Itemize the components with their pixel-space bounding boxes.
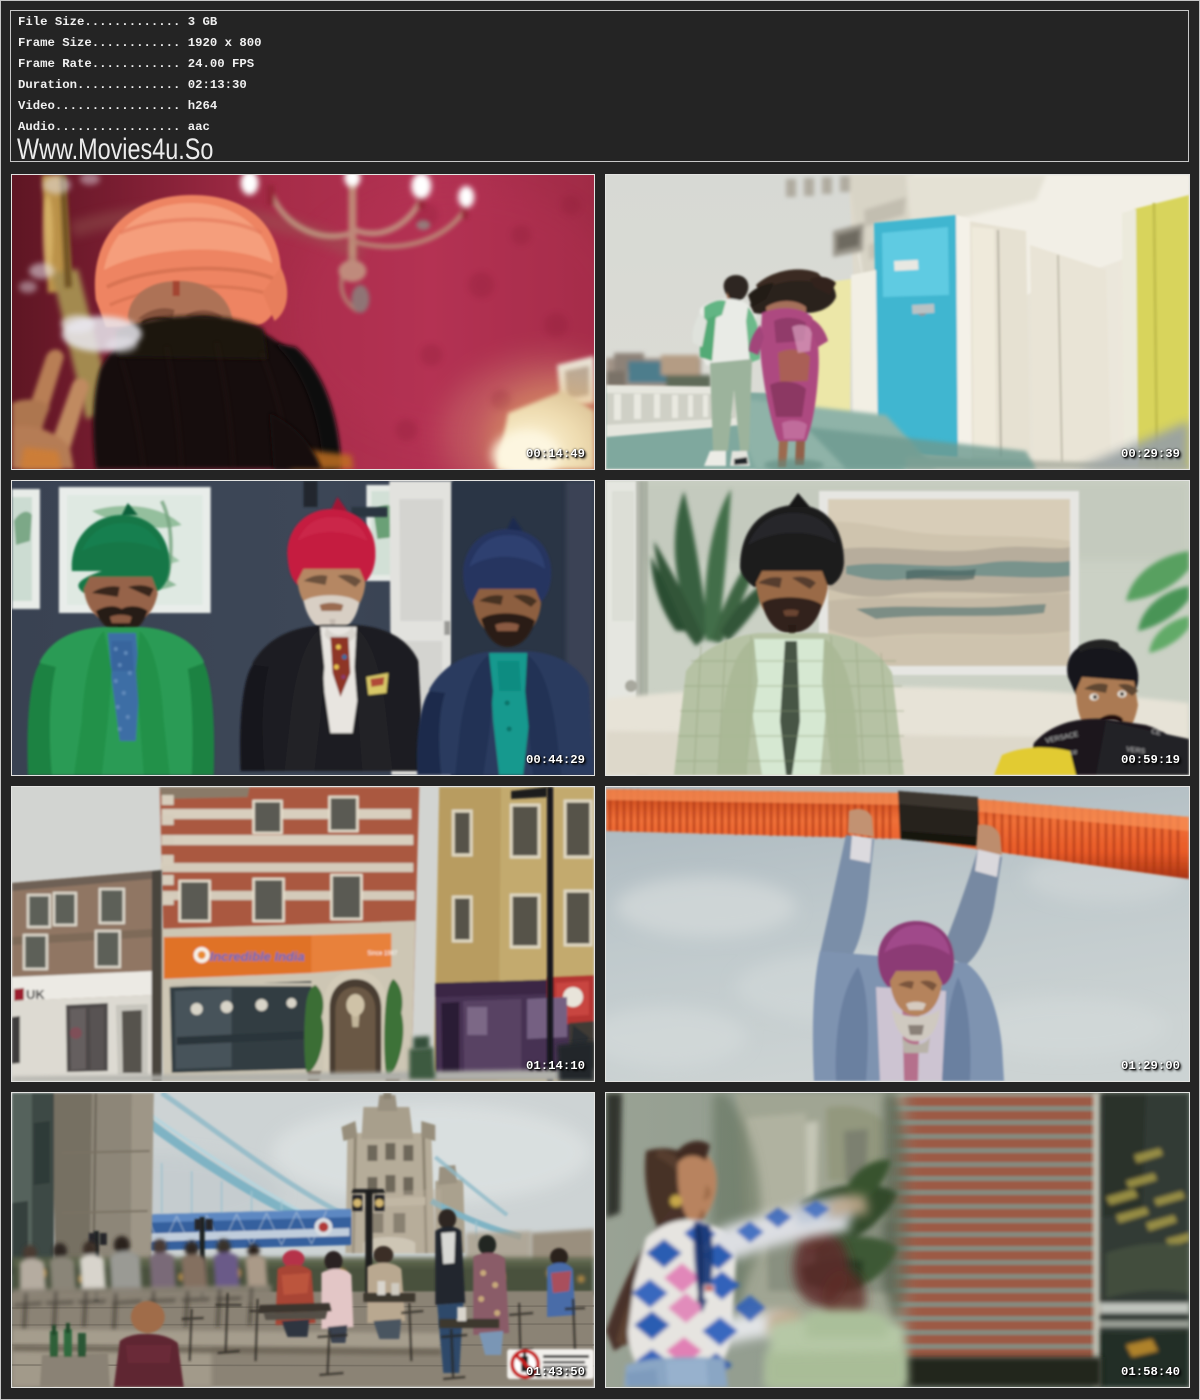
- svg-text:Since 1987: Since 1987: [367, 951, 398, 957]
- svg-text:Incredible India: Incredible India: [210, 949, 305, 964]
